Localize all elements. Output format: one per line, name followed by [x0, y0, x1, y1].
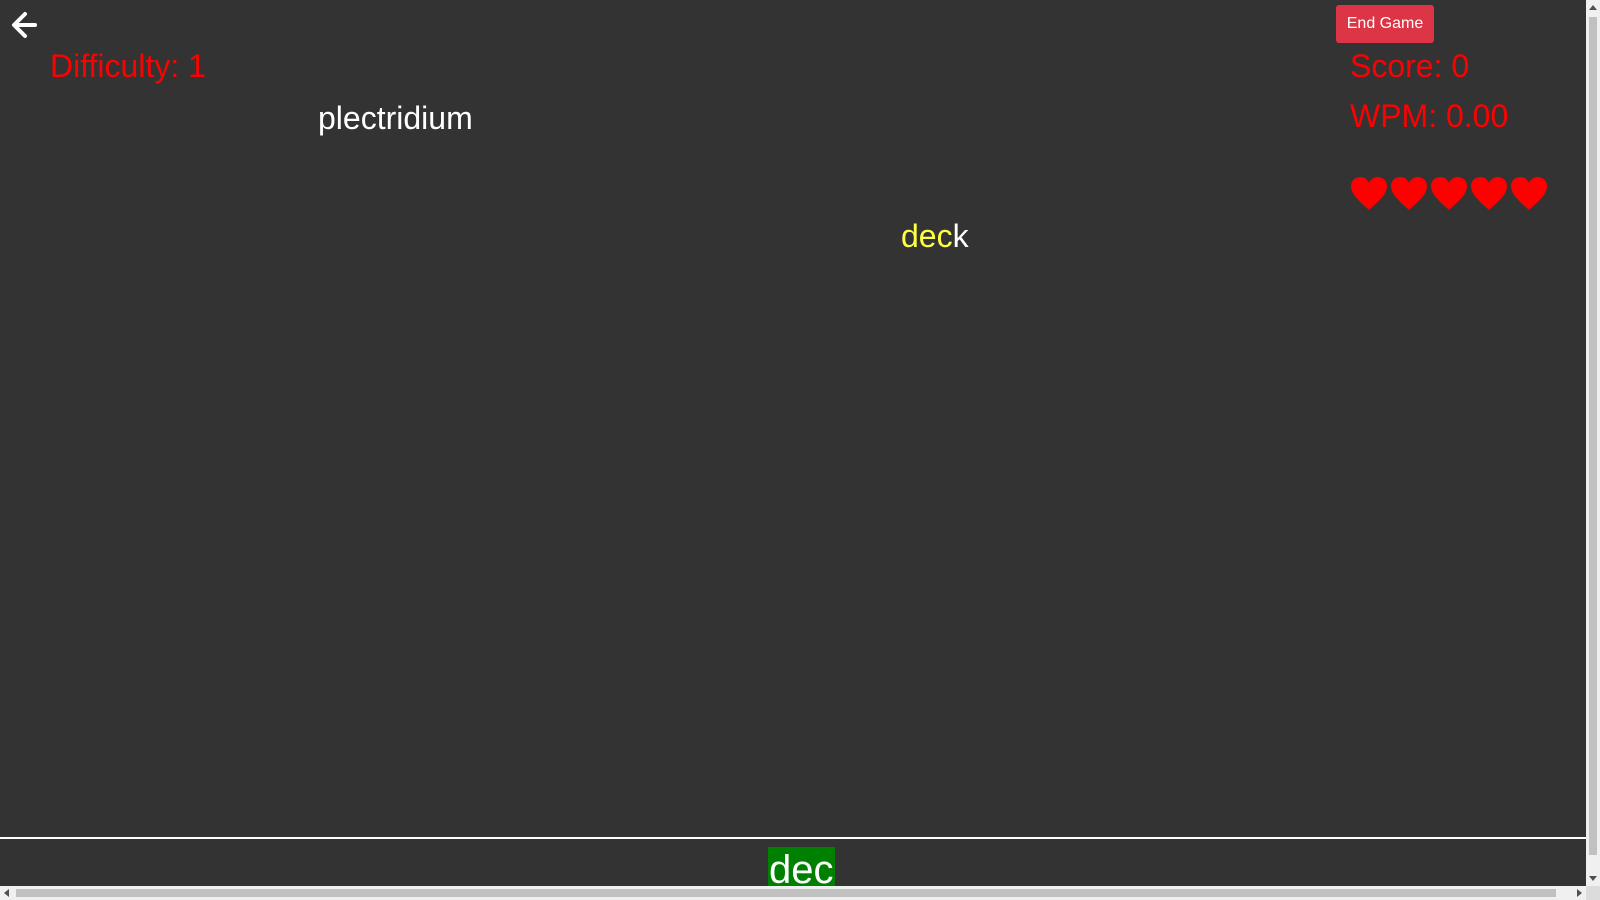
scrollbar-corner	[1586, 886, 1600, 900]
wpm-label: WPM: 0.00	[1350, 98, 1509, 134]
heart-icon	[1511, 177, 1547, 210]
heart-icon	[1471, 177, 1507, 210]
horizontal-scrollbar[interactable]	[0, 886, 1586, 900]
end-game-button[interactable]: End Game	[1336, 5, 1434, 43]
arrow-left-icon	[12, 12, 37, 38]
word-typed-part: dec	[901, 218, 953, 254]
word-remaining-part: plectridium	[318, 100, 473, 136]
typed-input[interactable]: dec	[768, 847, 835, 886]
falling-word: deck	[901, 218, 969, 255]
scrollbar-thumb[interactable]	[1589, 17, 1597, 855]
heart-icon	[1391, 177, 1427, 210]
back-button[interactable]	[8, 10, 38, 40]
scroll-left-icon[interactable]	[4, 889, 9, 897]
heart-icon	[1431, 177, 1467, 210]
scroll-up-icon[interactable]	[1589, 5, 1597, 10]
scrollbar-thumb[interactable]	[16, 889, 1556, 897]
scroll-right-icon[interactable]	[1577, 889, 1582, 897]
input-divider	[0, 837, 1586, 839]
score-label: Score: 0	[1350, 48, 1470, 84]
heart-icon	[1351, 177, 1387, 210]
lives-display	[1350, 176, 1548, 212]
vertical-scrollbar[interactable]	[1586, 0, 1600, 886]
scroll-down-icon[interactable]	[1589, 876, 1597, 881]
word-remaining-part: k	[952, 218, 969, 254]
difficulty-label: Difficulty: 1	[50, 48, 206, 84]
game-area: Difficulty: 1 End Game Score: 0 WPM: 0.0…	[0, 0, 1586, 886]
falling-word: plectridium	[318, 100, 473, 137]
